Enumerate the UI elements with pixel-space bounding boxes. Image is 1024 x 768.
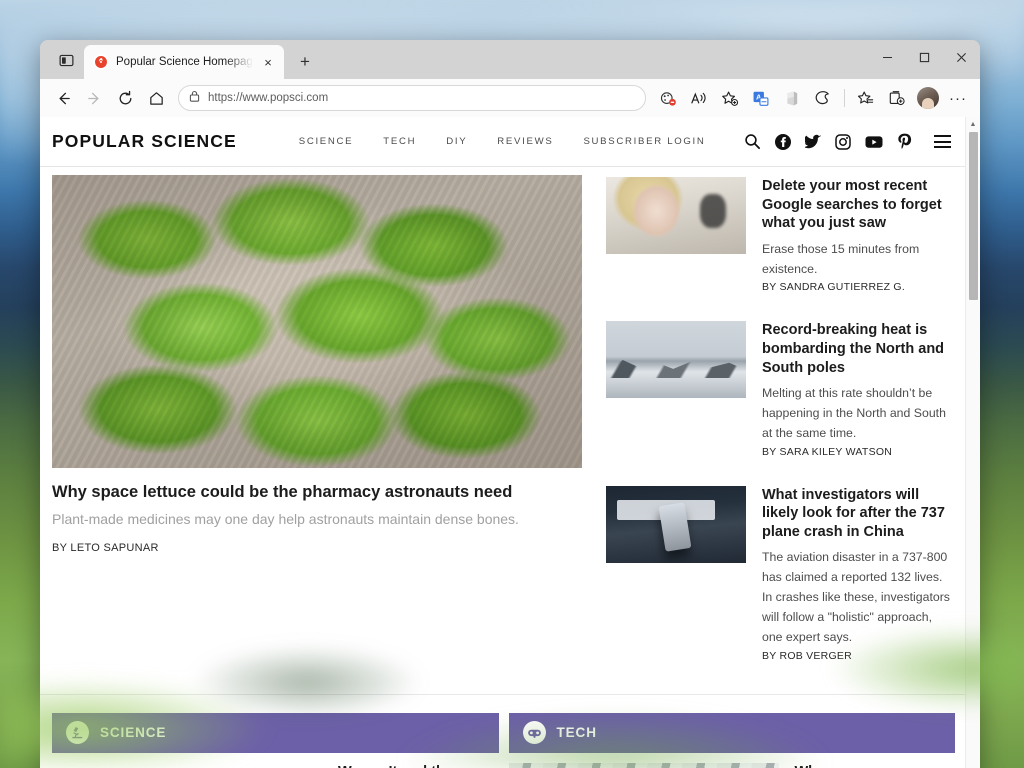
- category-sections: SCIENCE We can’t end the pandemic withou…: [40, 694, 965, 768]
- pinterest-icon[interactable]: [897, 133, 912, 150]
- tracking-prevention-icon[interactable]: [653, 83, 683, 113]
- collections-icon[interactable]: [882, 83, 912, 113]
- browser-tab[interactable]: Popular Science Homepage | Pop ×: [84, 45, 284, 79]
- page-scrollbar[interactable]: ▲: [965, 117, 980, 768]
- section-tech: TECH Why ocean researchers want to creat…: [509, 713, 956, 768]
- read-aloud-icon[interactable]: [684, 83, 714, 113]
- microscope-icon: [66, 721, 89, 744]
- browser-toolbar-icons: A ···: [653, 83, 972, 113]
- window-controls: [869, 40, 980, 74]
- section-header-tech[interactable]: TECH: [509, 713, 956, 753]
- forward-arrow-icon: [79, 83, 109, 113]
- new-tab-button[interactable]: +: [290, 47, 320, 77]
- page-viewport: POPULAR SCIENCE SCIENCE TECH DIY REVIEWS…: [40, 117, 980, 768]
- scroll-up-arrow-icon[interactable]: ▲: [970, 117, 977, 131]
- article-title[interactable]: We can’t end the pandemic without protec…: [338, 763, 499, 768]
- section-body-science: We can’t end the pandemic without protec…: [52, 753, 499, 768]
- site-header: POPULAR SCIENCE SCIENCE TECH DIY REVIEWS…: [40, 117, 965, 167]
- minimize-button[interactable]: [869, 40, 906, 74]
- nav-item-tech[interactable]: TECH: [383, 136, 416, 147]
- article-thumbnail[interactable]: [606, 486, 746, 563]
- tab-close-icon[interactable]: ×: [260, 54, 276, 70]
- address-bar-url: https://www.popsci.com: [208, 92, 328, 104]
- reload-icon[interactable]: [110, 83, 140, 113]
- tab-strip: Popular Science Homepage | Pop × +: [40, 40, 980, 79]
- popsci-favicon-icon: [93, 54, 109, 70]
- hero-article-image[interactable]: [52, 175, 582, 468]
- nav-item-diy[interactable]: DIY: [446, 136, 467, 147]
- site-logo[interactable]: POPULAR SCIENCE: [52, 131, 237, 152]
- close-button[interactable]: [943, 40, 980, 74]
- hero-article-byline: BY LETO SAPUNAR: [52, 542, 582, 554]
- add-to-favorites-icon[interactable]: [715, 83, 745, 113]
- tab-title: Popular Science Homepage | Pop: [116, 56, 253, 68]
- site-main-nav: SCIENCE TECH DIY REVIEWS SUBSCRIBER LOGI…: [299, 136, 706, 147]
- nav-item-science[interactable]: SCIENCE: [299, 136, 354, 147]
- nav-item-subscriber-login[interactable]: SUBSCRIBER LOGIN: [583, 136, 705, 147]
- section-label: TECH: [557, 725, 597, 740]
- section-label: SCIENCE: [100, 725, 166, 740]
- toolbar-divider: [844, 89, 845, 107]
- article-thumbnail[interactable]: [606, 321, 746, 398]
- youtube-icon[interactable]: [865, 135, 883, 149]
- office-icon[interactable]: [777, 83, 807, 113]
- lock-icon: [189, 89, 200, 107]
- nav-item-reviews[interactable]: REVIEWS: [497, 136, 553, 147]
- article-byline: BY ROB VERGER: [762, 650, 955, 662]
- back-arrow-icon[interactable]: [48, 83, 78, 113]
- search-icon[interactable]: [744, 133, 761, 150]
- browser-essentials-icon[interactable]: [808, 83, 838, 113]
- article-dek: The aviation disaster in a 737-800 has c…: [762, 548, 955, 648]
- section-header-science[interactable]: SCIENCE: [52, 713, 499, 753]
- scrollbar-thumb[interactable]: [969, 132, 978, 300]
- article-byline: BY SARA KILEY WATSON: [762, 446, 955, 458]
- facebook-icon[interactable]: [775, 134, 791, 150]
- hero-article[interactable]: Why space lettuce could be the pharmacy …: [52, 175, 582, 690]
- section-body-tech: Why ocean researchers want to create a g…: [509, 753, 956, 768]
- article-title[interactable]: Delete your most recent Google searches …: [762, 177, 955, 233]
- desktop-background: Popular Science Homepage | Pop × +: [0, 0, 1024, 768]
- address-bar[interactable]: https://www.popsci.com: [178, 85, 646, 111]
- translate-icon[interactable]: A: [746, 83, 776, 113]
- list-item[interactable]: What investigators will likely look for …: [606, 486, 955, 662]
- article-thumbnail[interactable]: [509, 763, 779, 768]
- twitter-icon[interactable]: [805, 134, 821, 149]
- instagram-icon[interactable]: [835, 134, 851, 150]
- article-thumbnail[interactable]: [606, 177, 746, 254]
- more-settings-icon[interactable]: ···: [944, 84, 972, 112]
- hero-article-dek: Plant-made medicines may one day help as…: [52, 510, 582, 528]
- article-thumbnail[interactable]: [52, 763, 322, 768]
- profile-avatar[interactable]: [917, 87, 939, 109]
- maximize-button[interactable]: [906, 40, 943, 74]
- gamepad-icon: [523, 721, 546, 744]
- article-title[interactable]: What investigators will likely look for …: [762, 486, 955, 542]
- site-header-actions: [744, 133, 951, 150]
- home-icon[interactable]: [141, 83, 171, 113]
- list-item[interactable]: Delete your most recent Google searches …: [606, 177, 955, 293]
- list-item[interactable]: Record-breaking heat is bombarding the N…: [606, 321, 955, 457]
- article-title[interactable]: Record-breaking heat is bombarding the N…: [762, 321, 955, 377]
- sidebar-article-list: Delete your most recent Google searches …: [606, 175, 955, 690]
- favorites-icon[interactable]: [851, 83, 881, 113]
- web-page-content: POPULAR SCIENCE SCIENCE TECH DIY REVIEWS…: [40, 117, 965, 768]
- article-title[interactable]: Why ocean researchers want to create a g…: [795, 763, 956, 768]
- homepage-top-grid: Why space lettuce could be the pharmacy …: [40, 167, 965, 690]
- article-dek: Melting at this rate shouldn’t be happen…: [762, 384, 955, 444]
- section-science: SCIENCE We can’t end the pandemic withou…: [52, 713, 499, 768]
- article-byline: BY SANDRA GUTIERREZ G.: [762, 281, 955, 293]
- hamburger-menu-icon[interactable]: [934, 135, 951, 148]
- tab-search-icon[interactable]: [48, 43, 84, 77]
- hero-article-title[interactable]: Why space lettuce could be the pharmacy …: [52, 482, 582, 503]
- browser-navigation-bar: https://www.popsci.com A: [40, 79, 980, 117]
- article-dek: Erase those 15 minutes from existence.: [762, 240, 955, 280]
- browser-window: Popular Science Homepage | Pop × +: [40, 40, 980, 768]
